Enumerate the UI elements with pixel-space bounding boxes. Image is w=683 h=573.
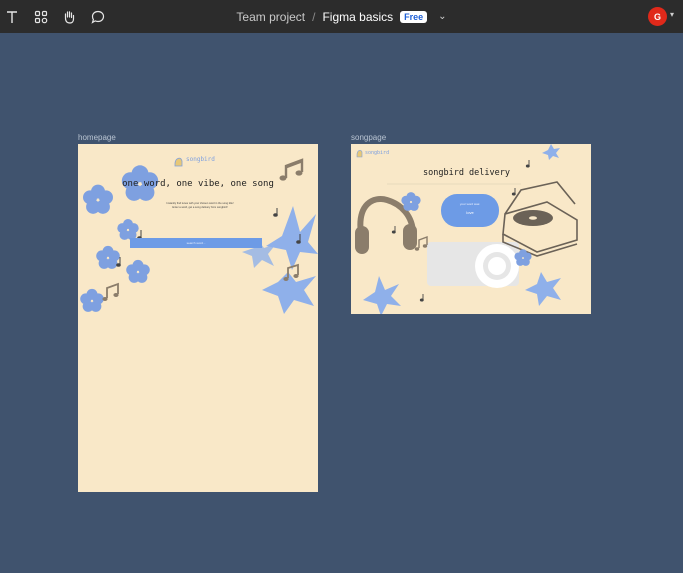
search-input[interactable]: search word... [130,238,262,248]
homepage-decorations [80,157,318,314]
frame-homepage[interactable]: songbird one word, one vibe, one song In… [78,144,318,492]
breadcrumb: Team project / Figma basics Free ⌄ [0,0,683,33]
homepage-logo: songbird [186,156,215,163]
flower-icon [542,144,560,160]
bird-logo-icon [174,157,183,167]
flower-icon [80,288,104,312]
flower-icon [126,259,150,283]
speech-bubble: your word was: love [441,194,499,227]
homepage-title: one word, one vibe, one song [122,179,274,189]
speech-bubble-word: love [466,210,474,215]
avatar[interactable]: G [648,7,667,26]
breadcrumb-team[interactable]: Team project [236,10,305,24]
frame-label-songpage[interactable]: songpage [351,133,386,142]
breadcrumb-file-name[interactable]: Figma basics [322,10,393,24]
songpage-title: songbird delivery [423,168,510,178]
plan-badge[interactable]: Free [400,10,428,23]
flower-icon [262,272,316,314]
homepage-description: Instantly find tunes with your chosen wo… [146,202,254,210]
flower-icon [363,276,401,314]
toolbar: Team project / Figma basics Free ⌄ G ▾ [0,0,683,33]
flower-icon [525,272,561,306]
frame-label-homepage[interactable]: homepage [78,133,116,142]
homepage-description-line-2: Enter a word, get a song delivery from s… [172,206,228,209]
chevron-down-icon[interactable]: ⌄ [438,11,446,22]
flower-icon [96,245,120,269]
avatar-chevron-down-icon[interactable]: ▾ [670,10,674,19]
flower-icon [401,192,421,211]
songpage-logo: songbird [365,150,390,156]
speech-bubble-caption: your word was: [459,202,481,206]
breadcrumb-separator: / [312,9,316,24]
bird-logo-icon [356,150,363,158]
flower-icon [117,219,139,240]
frame-songpage[interactable]: songbird songbird delivery your word was… [351,144,591,314]
